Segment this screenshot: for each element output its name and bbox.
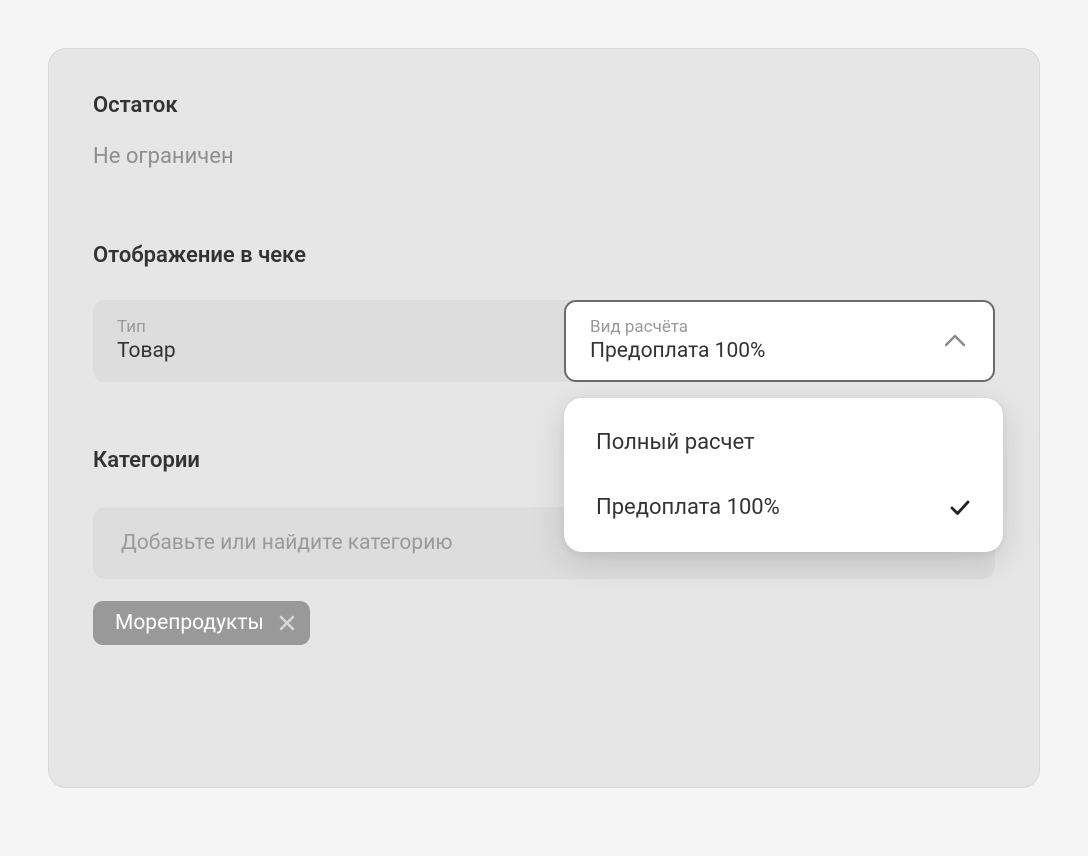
type-select-value: Товар (117, 339, 176, 363)
close-icon[interactable] (278, 614, 296, 632)
type-select-label: Тип (117, 317, 176, 337)
payment-select-label: Вид расчёта (590, 317, 765, 337)
dropdown-option-label: Предоплата 100% (596, 495, 780, 520)
category-tag[interactable]: Морепродукты (93, 601, 310, 645)
receipt-display-title: Отображение в чеке (93, 243, 995, 268)
dropdown-option-label: Полный расчет (596, 430, 755, 455)
dropdown-option-prepayment[interactable]: Предоплата 100% (564, 475, 1003, 540)
payment-type-select[interactable]: Вид расчёта Предоплата 100% (564, 300, 995, 382)
dropdown-option-full-payment[interactable]: Полный расчет (564, 410, 1003, 475)
payment-dropdown-menu: Полный расчет Предоплата 100% (564, 398, 1003, 552)
balance-value: Не ограничен (93, 144, 995, 169)
category-tag-label: Морепродукты (115, 611, 264, 635)
balance-title: Остаток (93, 93, 995, 118)
category-search-placeholder: Добавьте или найдите категорию (121, 531, 452, 555)
selects-row: Тип Товар Вид расчёта Предоплата 100% По… (93, 300, 995, 382)
check-icon (949, 497, 971, 519)
payment-select-wrapper: Вид расчёта Предоплата 100% Полный расче… (564, 300, 995, 382)
payment-select-value: Предоплата 100% (590, 339, 765, 363)
chevron-up-icon (941, 326, 969, 354)
settings-panel: Остаток Не ограничен Отображение в чеке … (48, 48, 1040, 788)
